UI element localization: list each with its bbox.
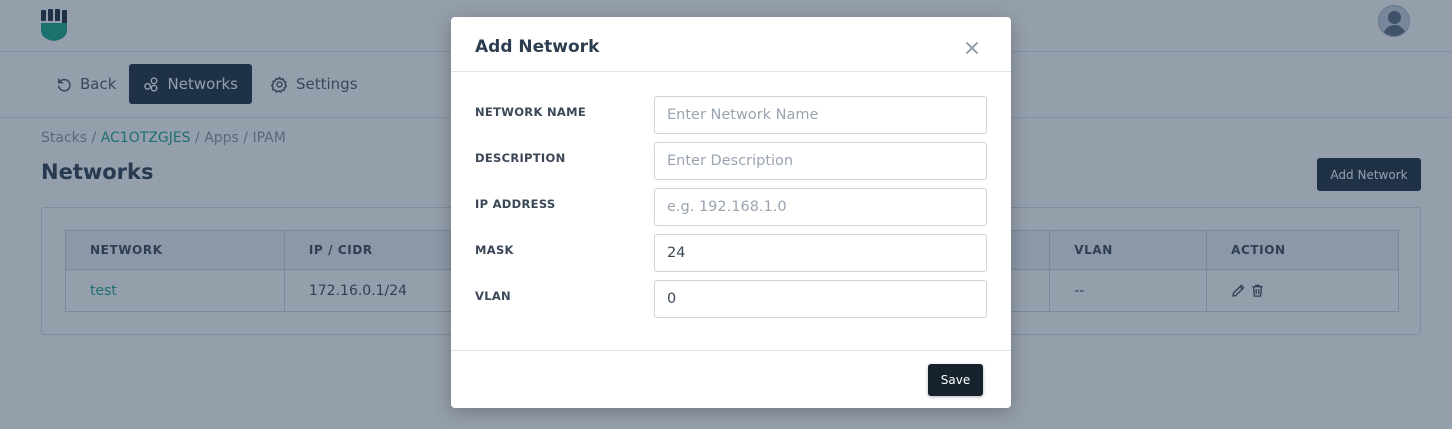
vlan-label: VLAN bbox=[475, 289, 511, 303]
network-name-label: NETWORK NAME bbox=[475, 105, 586, 119]
save-button[interactable]: Save bbox=[928, 364, 983, 396]
ip-address-label: IP ADDRESS bbox=[475, 197, 556, 211]
mask-row: MASK bbox=[475, 234, 987, 272]
description-input[interactable] bbox=[654, 142, 987, 180]
dialog-title: Add Network bbox=[475, 37, 600, 57]
description-row: DESCRIPTION bbox=[475, 142, 987, 180]
vlan-row: VLAN bbox=[475, 280, 987, 318]
vlan-input[interactable] bbox=[654, 280, 987, 318]
close-icon bbox=[966, 42, 978, 54]
ip-address-input[interactable] bbox=[654, 188, 987, 226]
description-label: DESCRIPTION bbox=[475, 151, 566, 165]
ip-address-row: IP ADDRESS bbox=[475, 188, 987, 226]
dialog-header: Add Network bbox=[451, 17, 1011, 72]
mask-label: MASK bbox=[475, 243, 514, 257]
network-name-row: NETWORK NAME bbox=[475, 96, 987, 134]
network-name-input[interactable] bbox=[654, 96, 987, 134]
add-network-dialog: Add Network NETWORK NAME DESCRIPTION IP … bbox=[451, 17, 1011, 408]
mask-input[interactable] bbox=[654, 234, 987, 272]
dialog-footer: Save bbox=[451, 350, 1011, 408]
close-button[interactable] bbox=[961, 37, 983, 59]
